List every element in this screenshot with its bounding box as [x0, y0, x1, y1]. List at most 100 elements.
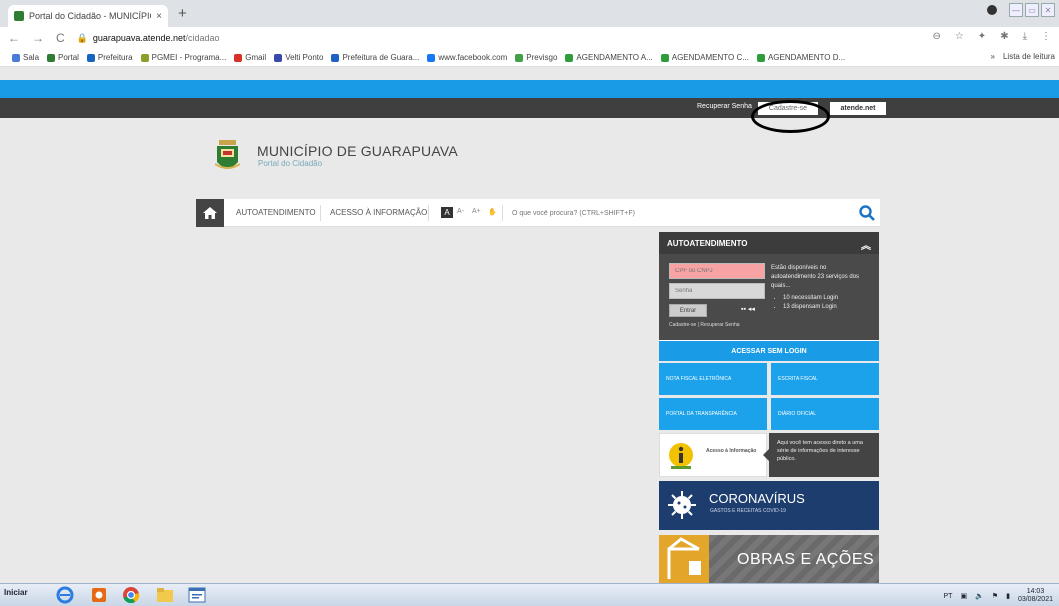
cpf-field[interactable] — [669, 263, 765, 279]
volume-icon[interactable]: 🔈 — [975, 592, 984, 600]
bookmark-item[interactable]: Prefeitura de Guara... — [331, 53, 419, 62]
home-button[interactable] — [196, 199, 224, 227]
maximize-button[interactable]: ▭ — [1025, 3, 1039, 17]
bookmark-label: Gmail — [245, 53, 267, 62]
info-access-banner[interactable]: Acesso à Informação Aqui você tem acesso… — [659, 433, 879, 477]
bookmark-icon — [12, 53, 20, 62]
new-tab-button[interactable]: + — [178, 5, 187, 22]
font-increase-button[interactable]: A+ — [472, 208, 481, 215]
flag-icon[interactable]: ⚑ — [992, 592, 998, 600]
bookmark-item[interactable]: AGENDAMENTO D... — [756, 53, 845, 62]
menu-icon[interactable]: ⋮ — [1041, 31, 1051, 42]
municipality-title[interactable]: MUNICÍPIO DE GUARAPUAVA — [257, 143, 458, 159]
self-service-panel-title: AUTOATENDIMENTO — [667, 238, 748, 248]
tab-title: Portal do Cidadão - MUNICÍPIO — [29, 11, 152, 21]
tile-tax-bookkeeping[interactable]: ESCRITA FISCAL — [771, 363, 879, 395]
bookmarks-more-button[interactable]: » — [991, 52, 995, 61]
battery-icon[interactable]: ▮ — [1006, 592, 1010, 600]
network-icon[interactable]: ▣ — [960, 592, 967, 600]
bookmark-item[interactable]: Portal — [47, 53, 79, 62]
close-tab-icon[interactable]: × — [156, 11, 162, 22]
bookmark-item[interactable]: Prefeitura — [86, 53, 133, 62]
bookmark-icon — [86, 53, 95, 62]
font-decrease-button[interactable]: A- — [457, 208, 464, 215]
back-icon[interactable]: ← — [8, 31, 20, 45]
clock-time: 14:03 — [1026, 588, 1045, 595]
collapse-chevron-icon[interactable]: ︽ — [861, 237, 871, 252]
tile-transparency-portal[interactable]: PORTAL DA TRANSPARÊNCIA — [659, 398, 767, 430]
download-icon[interactable]: ⤓ — [1023, 31, 1027, 42]
profile-icon[interactable] — [987, 5, 997, 15]
bookmark-label: Sala — [23, 53, 40, 62]
bookmark-item[interactable]: AGENDAMENTO A... — [565, 53, 653, 62]
contrast-button[interactable]: A — [441, 207, 453, 218]
crane-icon — [659, 535, 709, 583]
bookmark-icon — [565, 53, 574, 62]
os-taskbar: Iniciar PT ▣ 🔈 ⚑ ▮ 14:03 03/08/2021 — [0, 583, 1059, 606]
password-field[interactable] — [669, 283, 765, 299]
bookmark-icon — [660, 53, 669, 62]
bookmark-item[interactable]: Gmail — [234, 53, 266, 62]
bookmark-item[interactable]: PGMEI - Programa... — [140, 53, 227, 62]
bookmark-label: Portal — [58, 53, 79, 62]
login-links: Cadastre-se | Recuperar Senha — [669, 322, 740, 328]
highlight-circle-annotation — [751, 100, 830, 133]
menu-self-service[interactable]: AUTOATENDIMENTO — [236, 208, 316, 217]
info-access-card[interactable]: Acesso à Informação — [659, 433, 767, 477]
self-service-panel-header[interactable]: AUTOATENDIMENTO ︽ — [659, 232, 879, 254]
folder-icon[interactable] — [156, 586, 174, 604]
internet-explorer-icon[interactable] — [56, 586, 74, 604]
home-icon — [203, 207, 217, 219]
zoom-icon[interactable]: ⊖ — [932, 31, 940, 42]
window-controls: — ▭ ✕ — [987, 3, 1055, 17]
clock[interactable]: 14:03 03/08/2021 — [1018, 588, 1053, 604]
login-button[interactable]: Entrar — [669, 304, 707, 317]
bookmark-item[interactable]: Sala — [12, 53, 39, 62]
extension-icon[interactable]: ✦ — [978, 31, 986, 42]
accessibility-icon[interactable]: ✋ — [488, 208, 497, 216]
register-link[interactable]: Cadastre-se — [669, 322, 696, 328]
bookmark-icon — [331, 53, 340, 62]
close-window-button[interactable]: ✕ — [1041, 3, 1055, 17]
tile-electronic-invoice[interactable]: NOTA FISCAL ELETRÔNICA — [659, 363, 767, 395]
search-input[interactable] — [506, 199, 846, 227]
bookmark-item[interactable]: www.facebook.com — [427, 53, 507, 62]
info-access-text: Aqui você tem acesso direto a uma série … — [763, 433, 879, 477]
address-bar-actions: ⊖ ☆ ✦ ✱ ⤓ ⋮ — [932, 31, 1051, 42]
reload-icon[interactable]: C — [56, 31, 65, 45]
star-icon[interactable]: ☆ — [955, 31, 964, 42]
browser-tab[interactable]: Portal do Cidadão - MUNICÍPIO × — [8, 5, 168, 27]
minimize-button[interactable]: — — [1009, 3, 1023, 17]
atende-button[interactable]: atende.net — [830, 102, 886, 115]
tile-official-gazette[interactable]: DIÁRIO OFICIAL — [771, 398, 879, 430]
puzzle-icon[interactable]: ✱ — [1000, 31, 1008, 42]
bookmark-item[interactable]: AGENDAMENTO C... — [660, 53, 749, 62]
menu-divider — [320, 205, 321, 221]
search-icon[interactable] — [858, 204, 876, 222]
forward-icon[interactable]: → — [32, 31, 44, 45]
access-without-login-button[interactable]: ACESSAR SEM LOGIN — [659, 340, 879, 361]
menu-divider — [502, 205, 503, 221]
language-indicator[interactable]: PT — [944, 593, 953, 600]
start-button[interactable]: Iniciar — [4, 588, 28, 597]
coronavirus-banner[interactable]: CORONAVÍRUS GASTOS E RECEITAS COVID-19 — [659, 481, 879, 530]
window-icon[interactable] — [188, 586, 206, 604]
address-bar[interactable]: 🔒 guarapuava.atende.net/cidadao — [77, 33, 220, 44]
reading-list-button[interactable]: Lista de leitura — [1003, 52, 1055, 61]
works-and-actions-banner[interactable]: OBRAS E AÇÕES — [659, 535, 879, 583]
bookmark-item[interactable]: Previsgo — [515, 53, 557, 62]
login-options-icon[interactable]: ▪▪ ◂◂ — [741, 305, 755, 313]
municipal-crest-icon — [215, 140, 240, 169]
bookmark-label: PGMEI - Programa... — [151, 53, 227, 62]
bookmark-label: Previsgo — [526, 53, 558, 62]
chrome-icon[interactable] — [122, 586, 140, 604]
self-service-description: Estão disponíveis no autoatendimento 23 … — [771, 264, 871, 312]
bullet-no-login: 13 dispensam Login — [783, 303, 871, 312]
bookmark-item[interactable]: Velti Ponto — [274, 53, 323, 62]
system-tray: PT ▣ 🔈 ⚑ ▮ 14:03 03/08/2021 — [944, 588, 1053, 604]
menu-info-access[interactable]: ACESSO À INFORMAÇÃO — [330, 208, 427, 217]
outlook-icon[interactable] — [90, 586, 108, 604]
url-host: guarapuava.atende.net — [92, 33, 186, 43]
recover-password-panel-link[interactable]: Recuperar Senha — [700, 322, 739, 328]
recover-password-link[interactable]: Recuperar Senha — [697, 103, 752, 110]
